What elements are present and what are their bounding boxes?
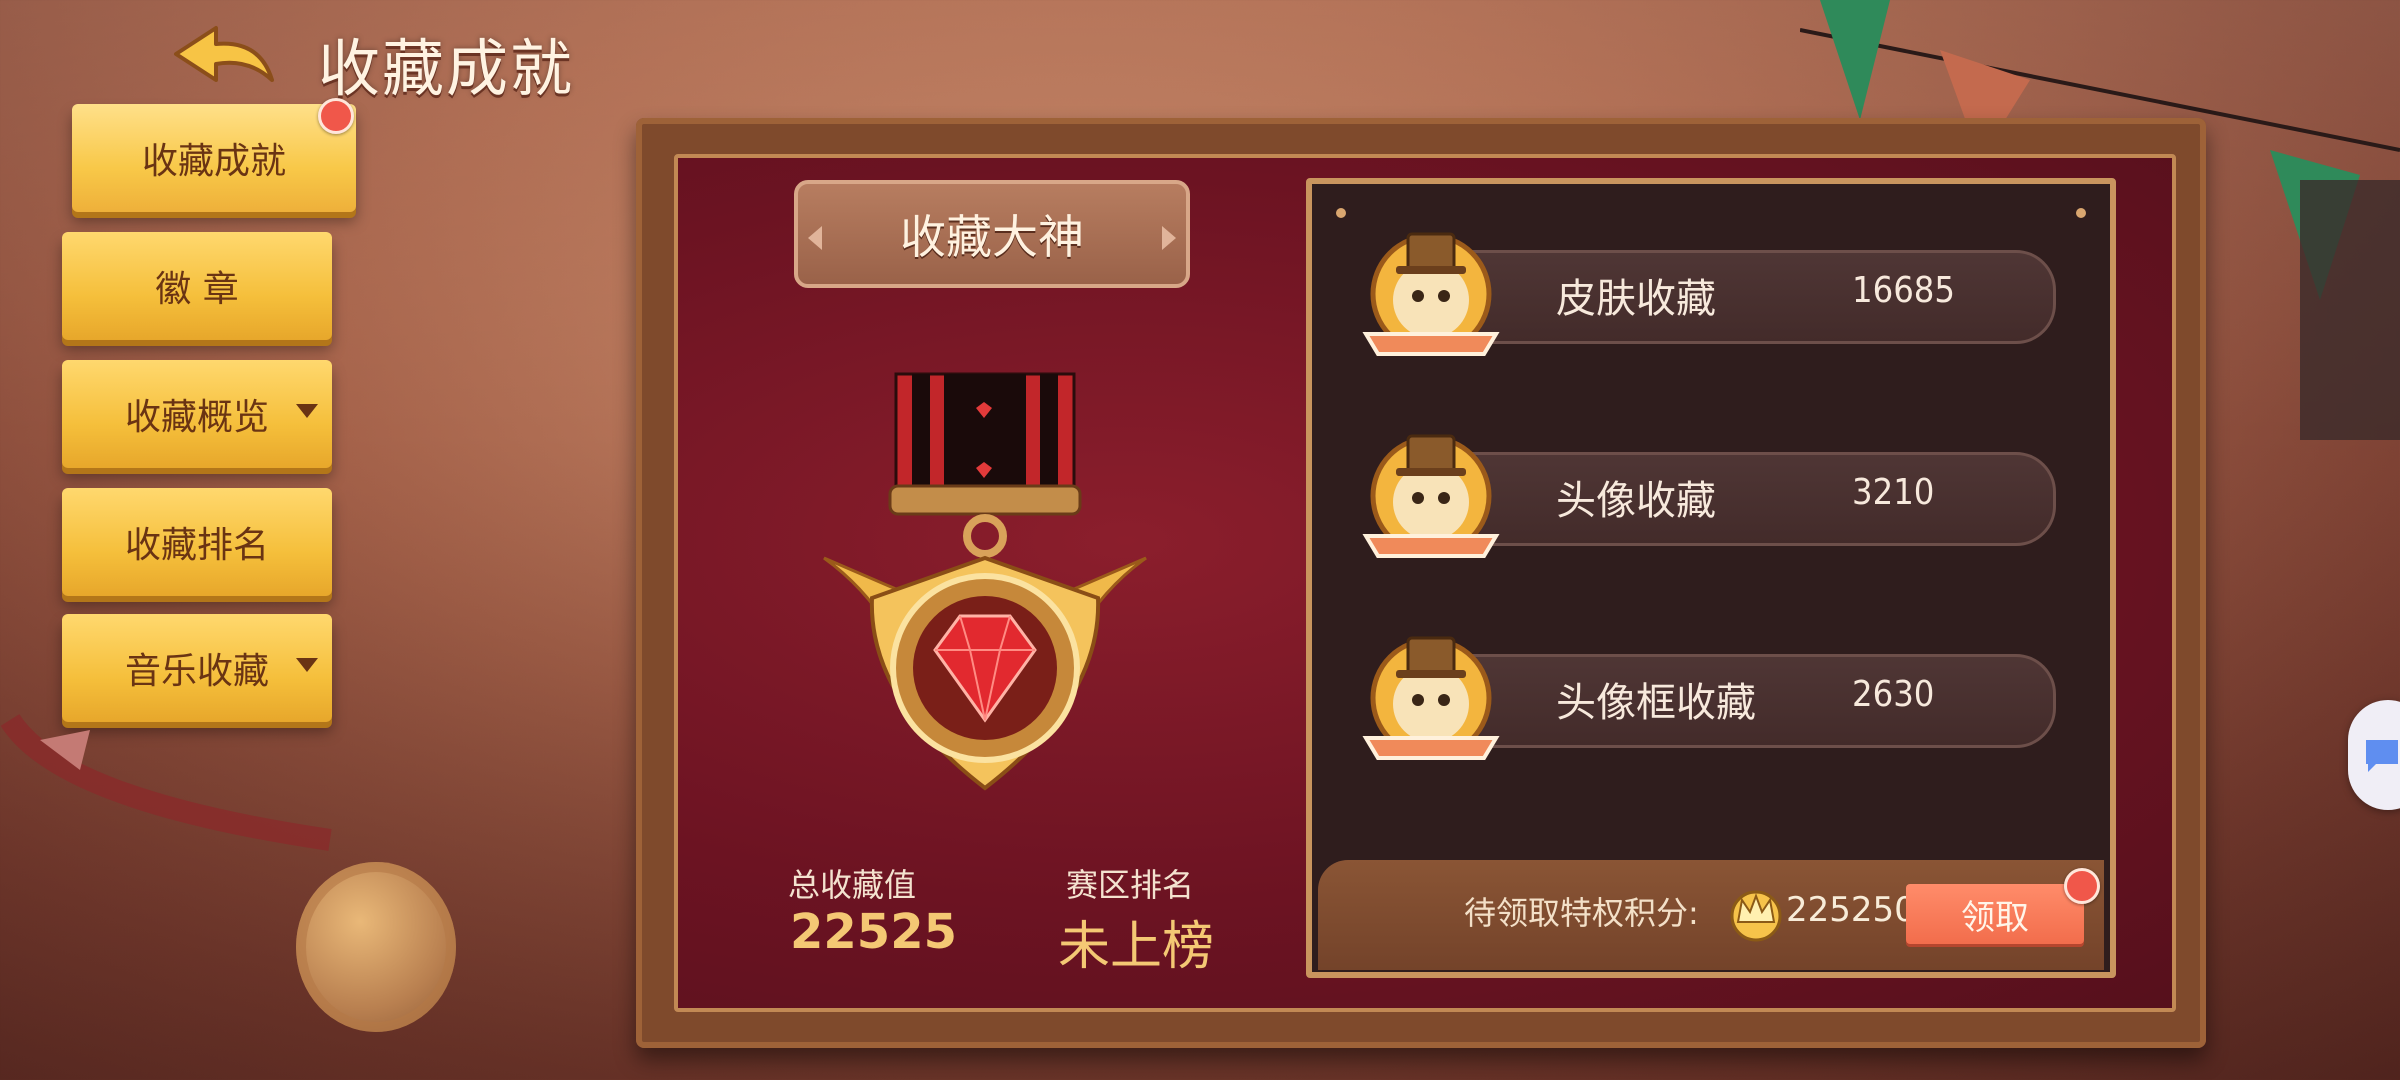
total-collection-label: 总收藏值 <box>788 866 917 904</box>
collection-row-avatar: 头像收藏 3210 <box>1362 434 2080 558</box>
collection-row-avatar-frame: 头像框收藏 2630 <box>1362 636 2080 760</box>
region-rank-label: 赛区排名 <box>1066 866 1195 904</box>
tom-badge-icon <box>1362 232 1500 356</box>
medal-decoration <box>296 862 456 1032</box>
row-label: 皮肤收藏 <box>1556 276 1716 322</box>
back-arrow-icon[interactable] <box>168 22 278 92</box>
chat-bubble-button[interactable] <box>2348 700 2400 810</box>
chevron-down-icon <box>296 404 318 418</box>
region-rank-value: 未上榜 <box>1058 917 1215 977</box>
tab-label: 收藏概览 <box>124 397 269 438</box>
claim-button-label: 领取 <box>1961 897 2029 938</box>
collection-row-skin: 皮肤收藏 16685 <box>1362 232 2080 356</box>
achievement-title-plaque: 收藏大神 <box>794 180 1190 288</box>
rivet <box>1336 208 1346 218</box>
tab-collection-ranking[interactable]: 收藏排名 <box>62 488 332 596</box>
tab-collection-overview[interactable]: 收藏概览 <box>62 360 332 468</box>
tom-badge-icon <box>1362 434 1500 558</box>
medal-icon <box>823 372 1147 791</box>
achievement-title: 收藏大神 <box>900 210 1084 264</box>
page-title: 收藏成就 <box>318 32 575 105</box>
tab-label: 收藏排名 <box>124 525 269 566</box>
claim-points-label: 待领取特权积分: <box>1464 894 1699 932</box>
row-value: 16685 <box>1852 270 1956 311</box>
tab-label: 收藏成就 <box>141 141 286 182</box>
chat-icon <box>2366 740 2398 772</box>
total-collection-value: 22525 <box>790 904 957 960</box>
notification-dot <box>2064 868 2100 904</box>
claim-button[interactable]: 领取 <box>1906 884 2084 944</box>
row-value: 3210 <box>1852 472 1935 513</box>
row-bar <box>1436 452 2056 546</box>
row-label: 头像收藏 <box>1556 478 1716 524</box>
tab-label: 徽 章 <box>155 269 239 310</box>
row-bar <box>1436 250 2056 344</box>
tab-badges[interactable]: 徽 章 <box>62 232 332 340</box>
tom-badge-icon <box>1362 636 1500 760</box>
row-value: 2630 <box>1852 674 1935 715</box>
claim-points-value: 225250 <box>1786 890 1916 930</box>
crown-icon <box>1730 890 1782 942</box>
rivet <box>2076 208 2086 218</box>
notification-dot <box>318 98 354 134</box>
tab-collection-achievement[interactable]: 收藏成就 <box>72 98 356 212</box>
row-label: 头像框收藏 <box>1556 680 1756 726</box>
ribbon-decoration <box>0 713 332 851</box>
